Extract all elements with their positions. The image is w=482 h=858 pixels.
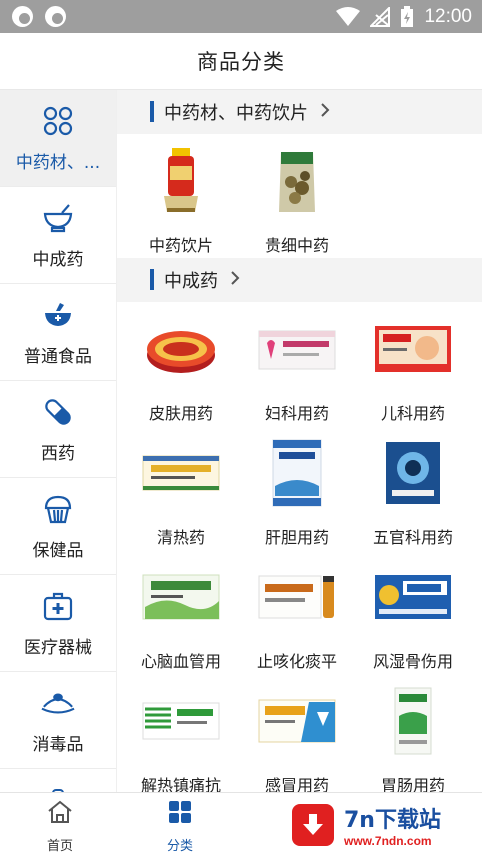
category-item-label: 风湿骨伤用 <box>372 652 453 671</box>
category-item-label: 五官科用药 <box>372 528 453 547</box>
sidebar-item-label: 保健品 <box>32 540 84 561</box>
category-item[interactable]: 五官科用药 <box>355 426 471 550</box>
sidebar-item-label: 普通食品 <box>24 346 92 367</box>
category-item-label: 感冒用药 <box>264 776 329 792</box>
sidebar-item-health-products[interactable]: 保健品 <box>0 478 116 575</box>
watermark-url: www.7ndn.com <box>344 834 432 848</box>
grid-icon <box>167 799 193 829</box>
download-arrow-icon <box>292 804 334 846</box>
product-image <box>138 438 224 508</box>
product-image <box>254 562 340 632</box>
medical-kit-icon <box>41 589 75 623</box>
sidebar-item-label: 中药材、... <box>15 152 101 173</box>
category-grid-herbal: 中药饮片 贵细中药 <box>117 134 482 258</box>
wifi-icon <box>336 7 361 26</box>
category-item-label: 肝胆用药 <box>264 528 329 547</box>
home-icon <box>47 799 73 829</box>
category-item-label: 贵细中药 <box>264 236 329 255</box>
sidebar-item-label: 中成药 <box>32 249 84 270</box>
tab-home[interactable]: 首页 <box>0 793 120 858</box>
product-image <box>138 146 224 216</box>
tab-label: 分类 <box>166 838 193 854</box>
status-bar: 12:00 <box>0 0 482 33</box>
capsule-icon <box>41 395 75 429</box>
category-item[interactable]: 妇科用药 <box>239 302 355 426</box>
sidebar-item-food[interactable]: 普通食品 <box>0 284 116 381</box>
sidebar-item-herbal[interactable]: 中药材、... <box>0 90 116 187</box>
sidebar-item-label: 消毒品 <box>32 734 84 755</box>
chevron-right-icon <box>320 102 330 122</box>
category-item[interactable]: 感冒用药 <box>239 674 355 792</box>
title-bar: 商品分类 <box>0 33 482 90</box>
sidebar-item-western-medicine[interactable]: 西药 <box>0 381 116 478</box>
section-marker <box>150 101 154 122</box>
category-item-label: 中药饮片 <box>148 236 213 255</box>
site-watermark: 7n下载站 www.7ndn.com <box>282 794 478 856</box>
section-marker <box>150 269 154 290</box>
category-item[interactable]: 心脑血管用 <box>123 550 239 674</box>
watermark-title: 7n下载站 <box>344 808 441 833</box>
sidebar-item-patent-medicine[interactable]: 中成药 <box>0 187 116 284</box>
section-header-herbal[interactable]: 中药材、中药饮片 <box>117 90 482 134</box>
tab-category[interactable]: 分类 <box>120 793 240 858</box>
four-petal-icon <box>41 104 75 138</box>
category-item[interactable]: 清热药 <box>123 426 239 550</box>
category-item[interactable]: 风湿骨伤用 <box>355 550 471 674</box>
chevron-right-icon <box>230 270 240 290</box>
section-title: 中药材、中药饮片 <box>164 103 308 124</box>
category-item[interactable]: 贵细中药 <box>239 134 355 258</box>
partial-icon <box>41 779 75 792</box>
section-title: 中成药 <box>164 271 218 292</box>
cupcake-icon <box>41 492 75 526</box>
category-item[interactable]: 胃肠用药 <box>355 674 471 792</box>
category-item[interactable]: 止咳化痰平 <box>239 550 355 674</box>
product-image <box>254 314 340 384</box>
category-item[interactable]: 解热镇痛抗 <box>123 674 239 792</box>
sidebar-item-label: 医疗器械 <box>24 637 92 658</box>
sidebar-item-medical-devices[interactable]: 医疗器械 <box>0 575 116 672</box>
page-title: 商品分类 <box>197 50 285 74</box>
category-item-label: 清热药 <box>156 528 205 547</box>
category-item-label: 解热镇痛抗 <box>140 776 221 792</box>
category-item-label: 皮肤用药 <box>148 404 213 423</box>
category-item-label: 胃肠用药 <box>380 776 445 792</box>
sidebar-item-label: 西药 <box>41 443 75 464</box>
app-icon <box>12 6 33 27</box>
category-item[interactable]: 中药饮片 <box>123 134 239 258</box>
category-item[interactable]: 皮肤用药 <box>123 302 239 426</box>
category-content: 中药材、中药饮片 中药饮片 贵细中药 中成药 皮肤用药 妇科用药 儿科用药 清热… <box>117 90 482 792</box>
battery-charging-icon <box>401 6 414 27</box>
product-image <box>254 686 340 756</box>
product-image <box>370 314 456 384</box>
tab-label: 首页 <box>46 838 73 854</box>
category-item-label: 妇科用药 <box>264 404 329 423</box>
category-item-label: 心脑血管用 <box>140 652 221 671</box>
product-image <box>138 314 224 384</box>
sidebar-item-more[interactable] <box>0 769 116 792</box>
mortar-icon <box>41 201 75 235</box>
category-sidebar: 中药材、... 中成药 普通食品 西药 保健品 医疗器械 消毒品 <box>0 90 117 792</box>
category-item-label: 止咳化痰平 <box>256 652 337 671</box>
sidebar-item-disinfectant[interactable]: 消毒品 <box>0 672 116 769</box>
product-image <box>138 562 224 632</box>
bowl-icon <box>41 298 75 332</box>
category-grid-patent: 皮肤用药 妇科用药 儿科用药 清热药 肝胆用药 五官科用药 心脑血管用 止咳化痰… <box>117 302 482 792</box>
app-icon <box>45 6 66 27</box>
dish-icon <box>41 686 75 720</box>
product-image <box>370 438 456 508</box>
product-image <box>254 146 340 216</box>
status-time: 12:00 <box>424 6 472 27</box>
category-item[interactable]: 儿科用药 <box>355 302 471 426</box>
product-image <box>370 686 456 756</box>
product-image <box>254 438 340 508</box>
section-header-patent[interactable]: 中成药 <box>117 258 482 302</box>
product-image <box>370 562 456 632</box>
category-item-label: 儿科用药 <box>380 404 445 423</box>
no-signal-icon <box>370 7 391 27</box>
product-image <box>138 686 224 756</box>
category-item[interactable]: 肝胆用药 <box>239 426 355 550</box>
